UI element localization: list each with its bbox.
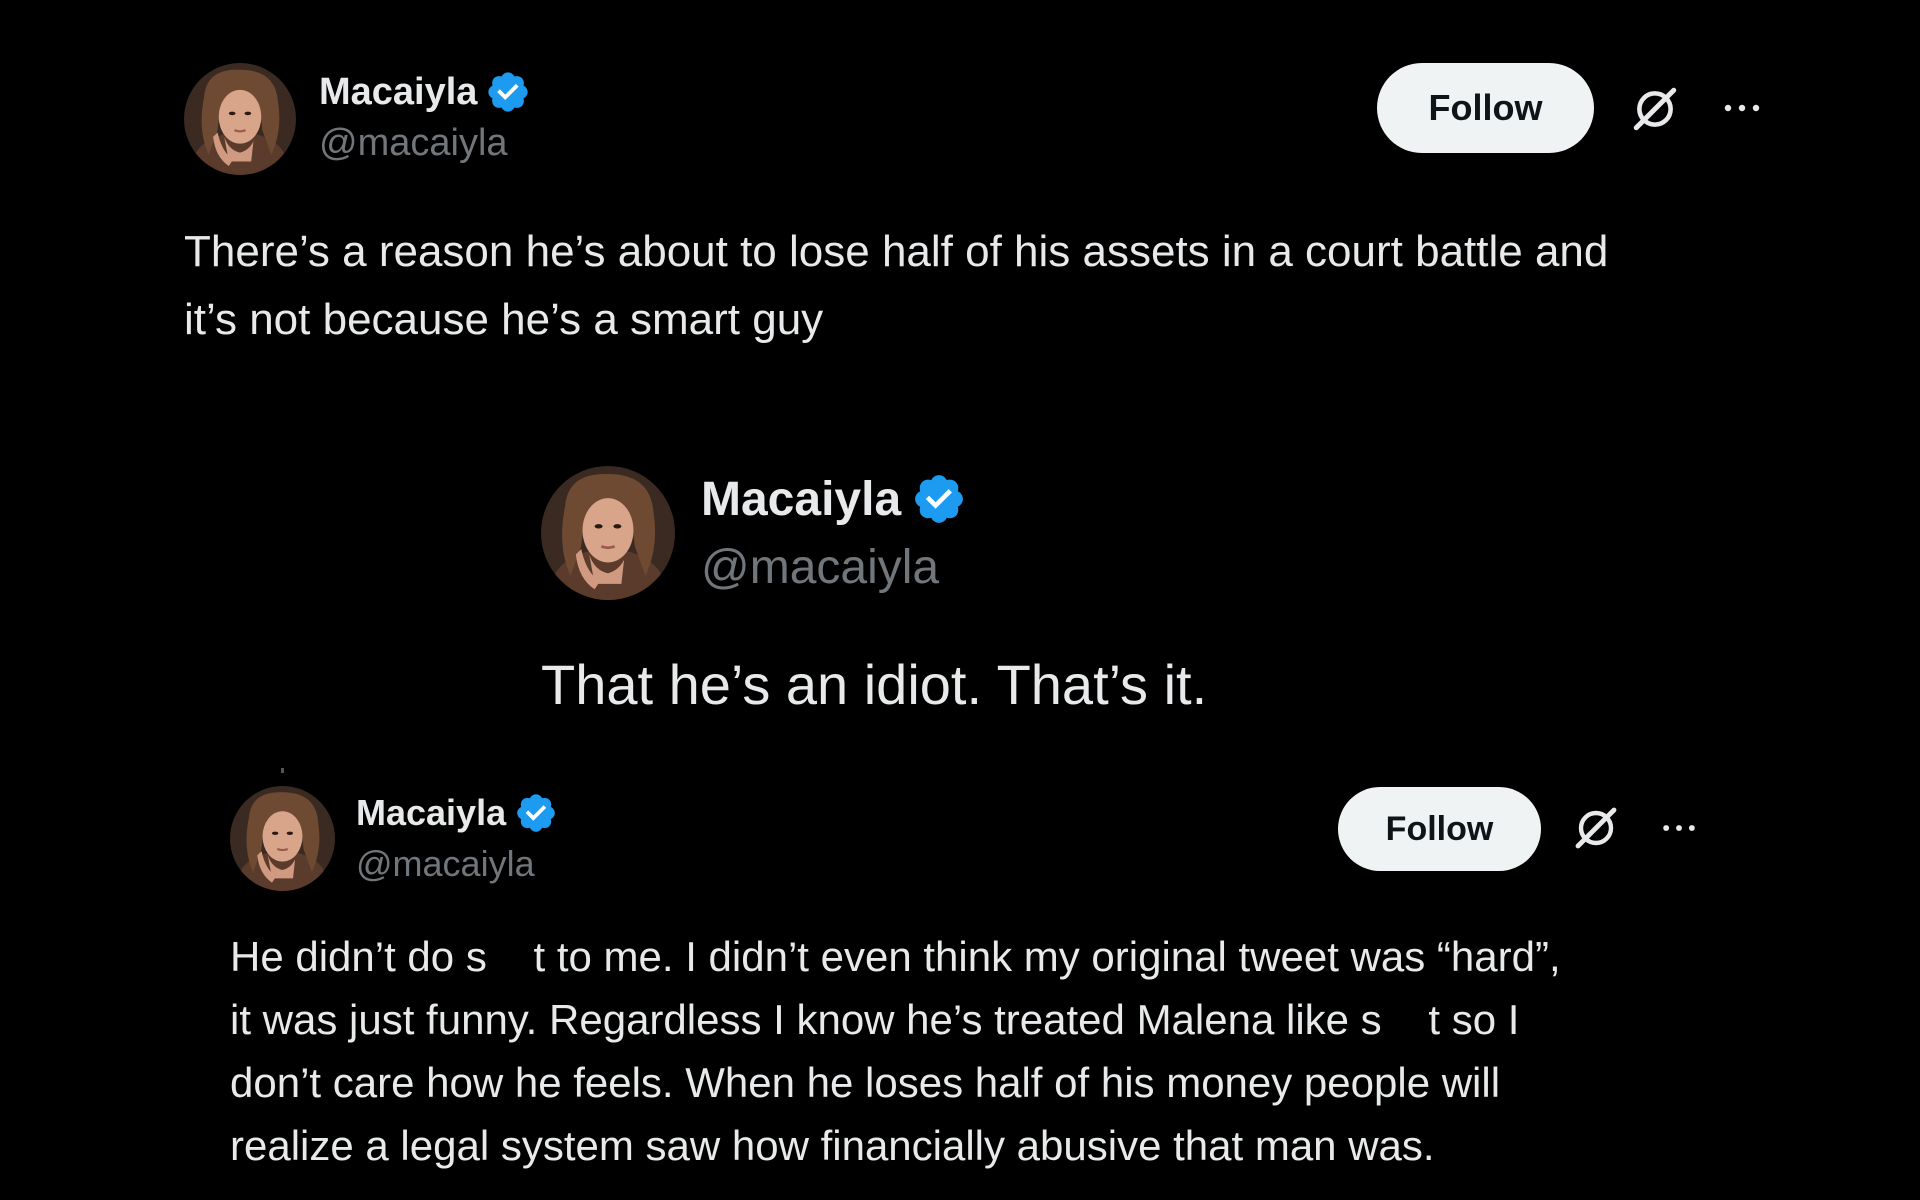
grok-icon[interactable] <box>1572 804 1620 852</box>
tweet-text: He didn’t do s t to me. I didn’t even th… <box>230 933 1561 1169</box>
display-name[interactable]: Macaiyla <box>356 792 506 834</box>
tweet-3: Macaiyla @macaiyla Follow He didn’t do s… <box>0 0 1920 1200</box>
name-row: Macaiyla <box>356 790 558 836</box>
verified-badge-icon <box>514 791 558 835</box>
follow-button[interactable]: Follow <box>1338 787 1541 871</box>
more-options-icon[interactable] <box>1659 817 1699 839</box>
screenshot-stage: Macaiyla @macaiyla Follow There’s a reas… <box>0 0 1920 1200</box>
avatar-image <box>230 786 335 891</box>
avatar[interactable] <box>230 786 335 891</box>
handle[interactable]: @macaiyla <box>356 843 535 885</box>
